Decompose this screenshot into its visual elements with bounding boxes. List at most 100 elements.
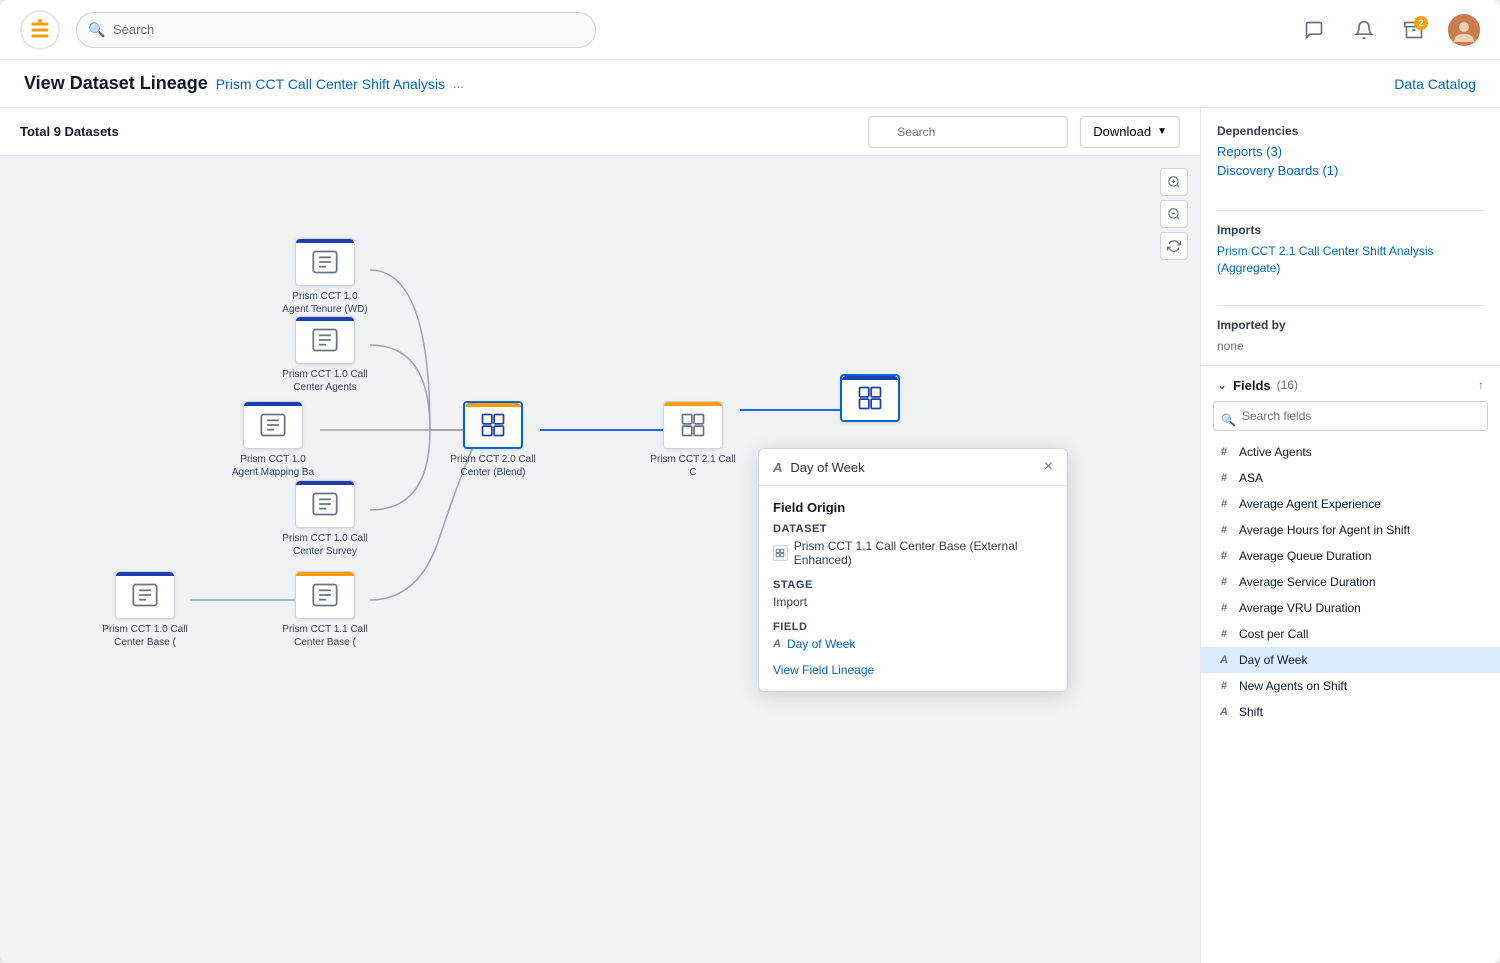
popup-field-row: Field A Day of Week xyxy=(773,621,1053,651)
app-logo[interactable] xyxy=(20,10,60,50)
node-call-center-blend-label: Prism CCT 2.0 Call Center (Blend) xyxy=(448,453,538,479)
node-call-center-blend[interactable]: Prism CCT 2.0 Call Center (Blend) xyxy=(448,401,538,479)
fields-title: Fields xyxy=(1233,378,1271,393)
field-item-f7[interactable]: # Average VRU Duration xyxy=(1201,595,1500,621)
field-name-f6: Average Service Duration xyxy=(1239,575,1376,589)
user-avatar[interactable] xyxy=(1448,14,1480,46)
breadcrumb-bar: View Dataset Lineage Prism CCT Call Cent… xyxy=(0,60,1500,108)
popup-dataset-row: Dataset Prism xyxy=(773,523,1053,567)
field-name-f3: Average Agent Experience xyxy=(1239,497,1381,511)
field-type-icon-f2: # xyxy=(1217,472,1231,484)
nav-icons: 2 xyxy=(1298,14,1480,46)
field-name-f7: Average VRU Duration xyxy=(1239,601,1361,615)
field-item-f2[interactable]: #ASA xyxy=(1201,465,1500,491)
field-item-f1[interactable]: # Active Agents xyxy=(1201,439,1500,465)
fields-header: ⌄ Fields (16) ↑ xyxy=(1201,366,1500,401)
field-item-f3[interactable]: # Average Agent Experience xyxy=(1201,491,1500,517)
field-type-icon-f8: # xyxy=(1217,628,1231,640)
popup-stage-label: Stage xyxy=(773,579,1053,591)
lineage-toolbar: Total 9 Datasets 🔍 Download ▼ xyxy=(0,108,1200,156)
node-call-center-agents-label: Prism CCT 1.0 Call Center Agents xyxy=(280,368,370,394)
node-call-center-survey-label: Prism CCT 1.0 Call Center Survey xyxy=(280,532,370,558)
imported-by-value: none xyxy=(1217,339,1244,353)
popup-close-btn[interactable]: × xyxy=(1044,459,1053,475)
field-name-f9: Day of Week xyxy=(1239,653,1307,667)
notification-icon-btn[interactable] xyxy=(1348,14,1380,46)
inbox-badge: 2 xyxy=(1414,16,1428,30)
lineage-panel: Total 9 Datasets 🔍 Download ▼ xyxy=(0,108,1200,963)
node-cct-21[interactable]: Prism CCT 2.1 Call C xyxy=(648,401,738,479)
field-type-icon-f10: # xyxy=(1217,680,1231,692)
fields-search-wrap: 🔍 xyxy=(1201,401,1500,439)
field-item-f11[interactable]: AShift xyxy=(1201,699,1500,725)
node-agent-tenure-label: Prism CCT 1.0 Agent Tenure (WD) xyxy=(280,290,370,316)
field-origin-popup: A Day of Week × Field Origin Dataset xyxy=(758,448,1068,692)
dataset-name-link[interactable]: Prism CCT Call Center Shift Analysis xyxy=(216,76,445,92)
node-call-center-agents[interactable]: Prism CCT 1.0 Call Center Agents xyxy=(280,316,370,394)
right-panel: Dependencies Reports (3) Discovery Board… xyxy=(1200,108,1500,963)
zoom-in-btn[interactable] xyxy=(1160,168,1188,196)
main-content: Total 9 Datasets 🔍 Download ▼ xyxy=(0,108,1500,963)
popup-header: A Day of Week × xyxy=(759,449,1067,486)
download-button[interactable]: Download ▼ xyxy=(1080,116,1180,148)
data-catalog-link[interactable]: Data Catalog xyxy=(1394,76,1476,92)
imported-by-label: Imported by xyxy=(1217,318,1484,332)
field-item-f9[interactable]: ADay of Week xyxy=(1201,647,1500,673)
fields-sort-icon[interactable]: ↑ xyxy=(1478,378,1484,392)
field-type-icon-f7: # xyxy=(1217,602,1231,614)
imports-link[interactable]: Prism CCT 2.1 Call Center Shift Analysis… xyxy=(1217,244,1434,275)
popup-field-icon: A xyxy=(773,638,781,650)
reset-zoom-btn[interactable] xyxy=(1160,232,1188,260)
fields-search-icon: 🔍 xyxy=(1221,413,1236,427)
node-partial[interactable] xyxy=(840,374,900,422)
node-cct-21-label: Prism CCT 2.1 Call C xyxy=(648,453,738,479)
popup-dataset-value: Prism CCT 1.1 Call Center Base (External… xyxy=(794,539,1053,567)
popup-field-label: Field xyxy=(773,621,1053,633)
discovery-boards-link[interactable]: Discovery Boards (1) xyxy=(1217,163,1484,178)
zoom-controls xyxy=(1160,168,1188,260)
imported-by-section: Imported by none xyxy=(1201,277,1500,353)
popup-field-type-icon: A xyxy=(773,460,782,475)
chat-icon-btn[interactable] xyxy=(1298,14,1330,46)
field-name-f5: Average Queue Duration xyxy=(1239,549,1372,563)
node-call-center-survey[interactable]: Prism CCT 1.0 Call Center Survey xyxy=(280,480,370,558)
node-call-center-base-10[interactable]: Prism CCT 1.0 Call Center Base ( xyxy=(100,571,190,649)
field-name-f10: New Agents on Shift xyxy=(1239,679,1347,693)
node-agent-tenure[interactable]: Prism CCT 1.0 Agent Tenure (WD) xyxy=(280,238,370,316)
lineage-canvas: Prism CCT 1.0 Agent Tenure (WD) Prism CC… xyxy=(0,156,1200,963)
reports-link[interactable]: Reports (3) xyxy=(1217,144,1484,159)
field-type-icon-f3: # xyxy=(1217,498,1231,510)
view-field-lineage-link[interactable]: View Field Lineage xyxy=(773,663,1053,677)
imports-label: Imports xyxy=(1217,223,1484,237)
field-item-f4[interactable]: #Average Hours for Agent in Shift xyxy=(1201,517,1500,543)
field-name-f4: Average Hours for Agent in Shift xyxy=(1239,523,1410,537)
fields-chevron-icon: ⌄ xyxy=(1217,378,1227,392)
nav-search-container: 🔍 xyxy=(76,12,596,48)
download-label: Download xyxy=(1093,124,1151,139)
field-type-icon-f5: # xyxy=(1217,550,1231,562)
fields-search-input[interactable] xyxy=(1213,401,1488,431)
zoom-out-btn[interactable] xyxy=(1160,200,1188,228)
field-type-icon-f11: A xyxy=(1217,706,1231,718)
dependencies-label: Dependencies xyxy=(1217,124,1484,138)
popup-dataset-label: Dataset xyxy=(773,523,1053,535)
field-item-f8[interactable]: #Cost per Call xyxy=(1201,621,1500,647)
field-item-f6[interactable]: # Average Service Duration xyxy=(1201,569,1500,595)
node-call-center-base-11[interactable]: Prism CCT 1.1 Call Center Base ( xyxy=(280,571,370,649)
popup-body: Field Origin Dataset xyxy=(759,486,1067,691)
field-type-icon-f6: # xyxy=(1217,576,1231,588)
popup-title: Day of Week xyxy=(790,460,1035,475)
field-item-f5[interactable]: # Average Queue Duration xyxy=(1201,543,1500,569)
node-agent-mapping[interactable]: Prism CCT 1.0 Agent Mapping Ba xyxy=(228,401,318,479)
popup-field-value[interactable]: Day of Week xyxy=(787,637,855,651)
inbox-icon-btn[interactable]: 2 xyxy=(1398,14,1430,46)
lineage-search-input[interactable] xyxy=(868,116,1068,148)
nav-search-input[interactable] xyxy=(76,12,596,48)
more-options-btn[interactable]: ... xyxy=(453,76,464,91)
field-item-f10[interactable]: # New Agents on Shift xyxy=(1201,673,1500,699)
top-nav: 🔍 2 xyxy=(0,0,1500,60)
popup-stage-row: Stage Import xyxy=(773,579,1053,609)
field-type-icon-f1: # xyxy=(1217,446,1231,458)
fields-count: (16) xyxy=(1277,378,1298,392)
field-name-f1: Active Agents xyxy=(1239,445,1312,459)
